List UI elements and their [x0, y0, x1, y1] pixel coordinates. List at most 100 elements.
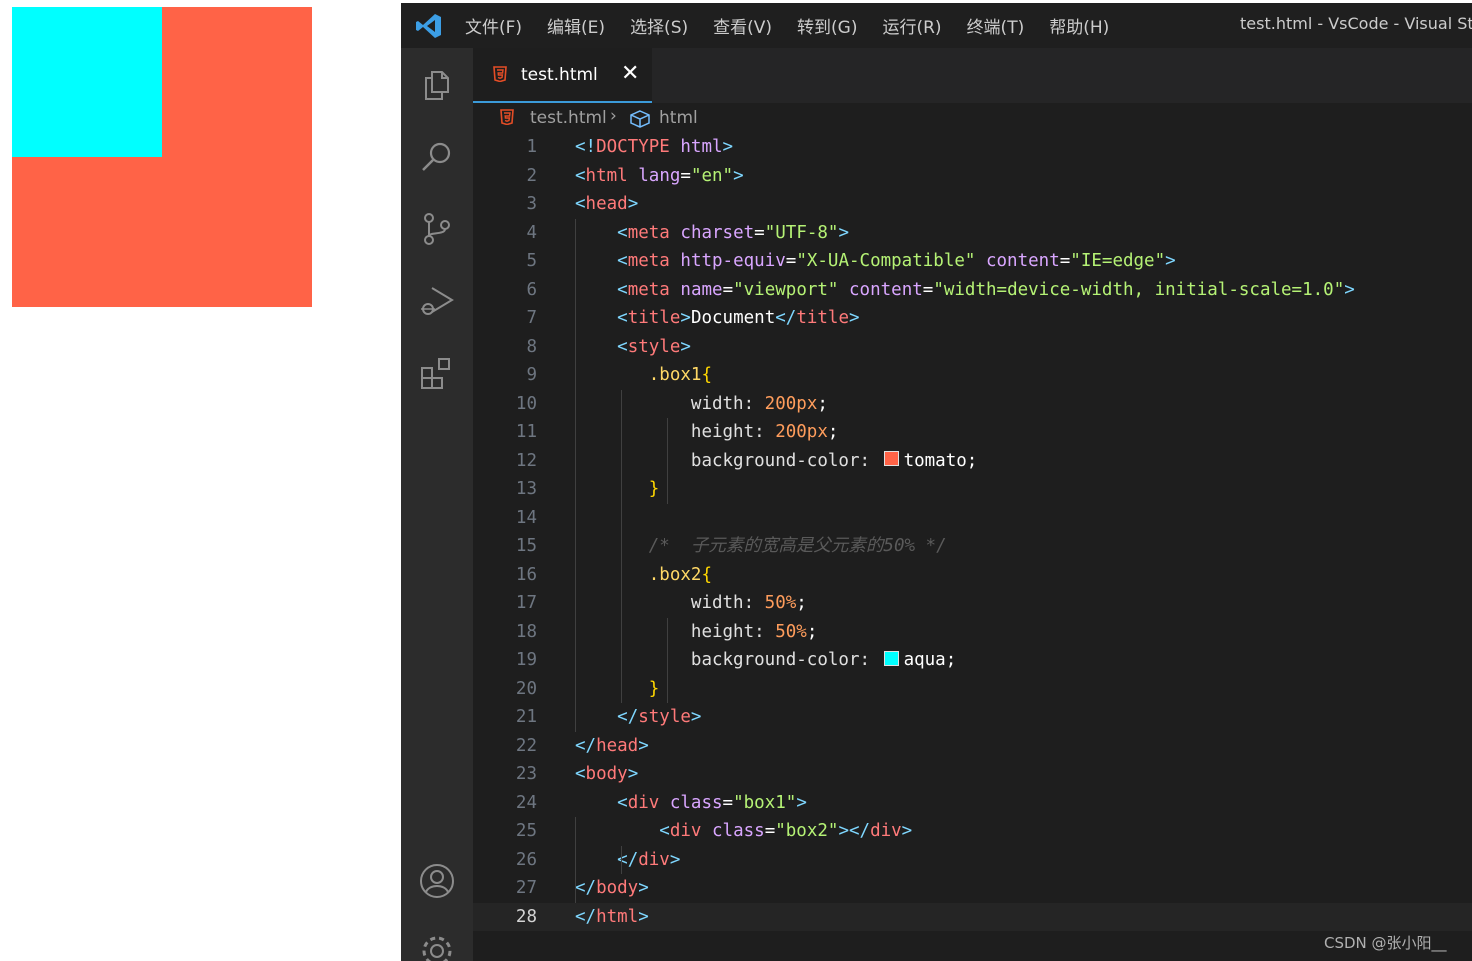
code-token: 50%	[764, 593, 797, 613]
code-line[interactable]: 1 <!DOCTYPE html>	[473, 133, 1472, 162]
code-token: tomato	[903, 450, 967, 471]
code-token: width:	[690, 593, 765, 613]
code-line[interactable]: 22 </head>	[473, 732, 1472, 761]
code-token: 200px	[775, 422, 828, 442]
line-content: </head>	[575, 732, 649, 761]
code-line[interactable]: 3 <head>	[473, 190, 1472, 219]
code-line[interactable]: 10 width: 200px;	[473, 390, 1472, 419]
window-title: test.html - VsCode - Visual St	[1240, 14, 1472, 33]
line-content: background-color: tomato;	[575, 447, 977, 476]
tab-test-html[interactable]: test.html ✕	[473, 48, 652, 103]
code-line[interactable]: 5 <meta http-equiv="X-UA-Compatible" con…	[473, 247, 1472, 276]
code-line[interactable]: 20 }	[473, 675, 1472, 704]
code-token: meta	[627, 251, 670, 271]
menu-item[interactable]: 查看(V)	[713, 13, 772, 38]
code-line[interactable]: 7 <title>Document</title>	[473, 304, 1472, 333]
extensions-icon[interactable]	[418, 354, 456, 392]
line-number: 5	[526, 251, 537, 271]
menu-item[interactable]: 转到(G)	[797, 13, 857, 38]
html5-file-icon	[493, 66, 507, 82]
line-number: 26	[515, 849, 537, 870]
code-line[interactable]: 18 height: 50%;	[473, 618, 1472, 647]
code-line[interactable]: 13 }	[473, 475, 1472, 504]
code-token: title	[796, 308, 849, 328]
run-debug-icon[interactable]	[418, 282, 456, 320]
menu-item[interactable]: 编辑(E)	[547, 13, 605, 38]
code-line[interactable]: 24 <div class="box1">	[473, 789, 1472, 818]
code-line[interactable]: 9 .box1{	[473, 361, 1472, 390]
settings-gear-icon[interactable]	[418, 932, 456, 961]
code-line[interactable]: 8 <style>	[473, 333, 1472, 362]
code-line[interactable]: 12 background-color: tomato;	[473, 447, 1472, 476]
indent-guide	[621, 845, 622, 874]
line-number: 21	[515, 707, 537, 727]
code-line[interactable]: 25 <div class="box2"></div>	[473, 817, 1472, 846]
code-line[interactable]: 23 <body>	[473, 760, 1472, 789]
preview-box1	[12, 7, 312, 307]
code-token: html	[596, 906, 639, 927]
code-line[interactable]: 14	[473, 504, 1472, 533]
color-swatch-icon[interactable]	[883, 650, 899, 666]
menu-item[interactable]: 运行(R)	[882, 13, 941, 38]
code-line[interactable]: 17 width: 50%;	[473, 589, 1472, 618]
code-token: ;	[966, 450, 978, 471]
explorer-icon[interactable]	[418, 66, 456, 104]
source-control-icon[interactable]	[418, 210, 456, 248]
code-token: ;	[806, 621, 818, 642]
code-token: </	[575, 906, 597, 927]
code-line[interactable]: 15 /* 子元素的宽高是父元素的50% */	[473, 532, 1472, 561]
code-token: "viewport"	[733, 279, 839, 300]
code-line[interactable]: 27 </body>	[473, 874, 1472, 903]
code-line[interactable]: 6 <meta name="viewport" content="width=d…	[473, 276, 1472, 305]
breadcrumb-file[interactable]: test.html	[530, 108, 607, 128]
line-content: </html>	[575, 903, 649, 932]
indent-guide	[621, 389, 622, 703]
color-swatch-icon[interactable]	[883, 451, 899, 466]
line-content: width: 50%;	[575, 589, 807, 618]
code-editor[interactable]: 1 <!DOCTYPE html> 2 <html lang="en"> 3 <head>…	[473, 133, 1472, 961]
code-token: >	[849, 308, 860, 328]
code-line[interactable]: 26 </div>	[473, 846, 1472, 875]
search-icon[interactable]	[418, 138, 456, 176]
accounts-icon[interactable]	[418, 862, 456, 900]
code-token: ;	[827, 422, 839, 442]
close-icon[interactable]: ✕	[621, 61, 639, 86]
breadcrumb-symbol[interactable]: html	[659, 108, 698, 128]
code-line[interactable]: 11 height: 200px;	[473, 418, 1472, 447]
code-token: =	[722, 279, 734, 300]
code-line[interactable]: 2 <html lang="en">	[473, 162, 1472, 191]
vscode-logo-icon[interactable]	[415, 12, 443, 40]
code-token: "X-UA-Compatible"	[796, 251, 976, 271]
code-token: <	[575, 194, 586, 214]
code-line[interactable]: 16 .box2{	[473, 561, 1472, 590]
code-token: title	[627, 308, 681, 328]
menu-item[interactable]: 文件(F)	[465, 13, 522, 38]
line-number: 28	[515, 906, 537, 927]
preview-box2	[12, 7, 162, 157]
code-token: >	[838, 222, 850, 243]
line-content: </style>	[575, 703, 701, 732]
menu-item[interactable]: 选择(S)	[630, 13, 688, 38]
line-content: height: 200px;	[575, 418, 839, 447]
code-line[interactable]: 21 </style>	[473, 703, 1472, 732]
code-token: </	[575, 735, 597, 756]
code-line[interactable]: 19 background-color: aqua;	[473, 646, 1472, 675]
code-token: =	[1059, 251, 1071, 271]
code-line[interactable]: 4 <meta charset="UTF-8">	[473, 219, 1472, 248]
code-token: style	[638, 707, 691, 727]
line-content: /* 子元素的宽高是父元素的50% */	[575, 532, 947, 561]
code-token: {	[701, 564, 712, 585]
line-number: 18	[515, 621, 537, 642]
line-content: height: 50%;	[575, 618, 817, 647]
code-line[interactable]: 28 </html>	[473, 902, 1472, 932]
menu-item[interactable]: 帮助(H)	[1049, 13, 1109, 38]
code-token: <	[575, 165, 586, 186]
line-content: <meta charset="UTF-8">	[575, 219, 849, 248]
menu-item[interactable]: 终端(T)	[967, 13, 1025, 38]
